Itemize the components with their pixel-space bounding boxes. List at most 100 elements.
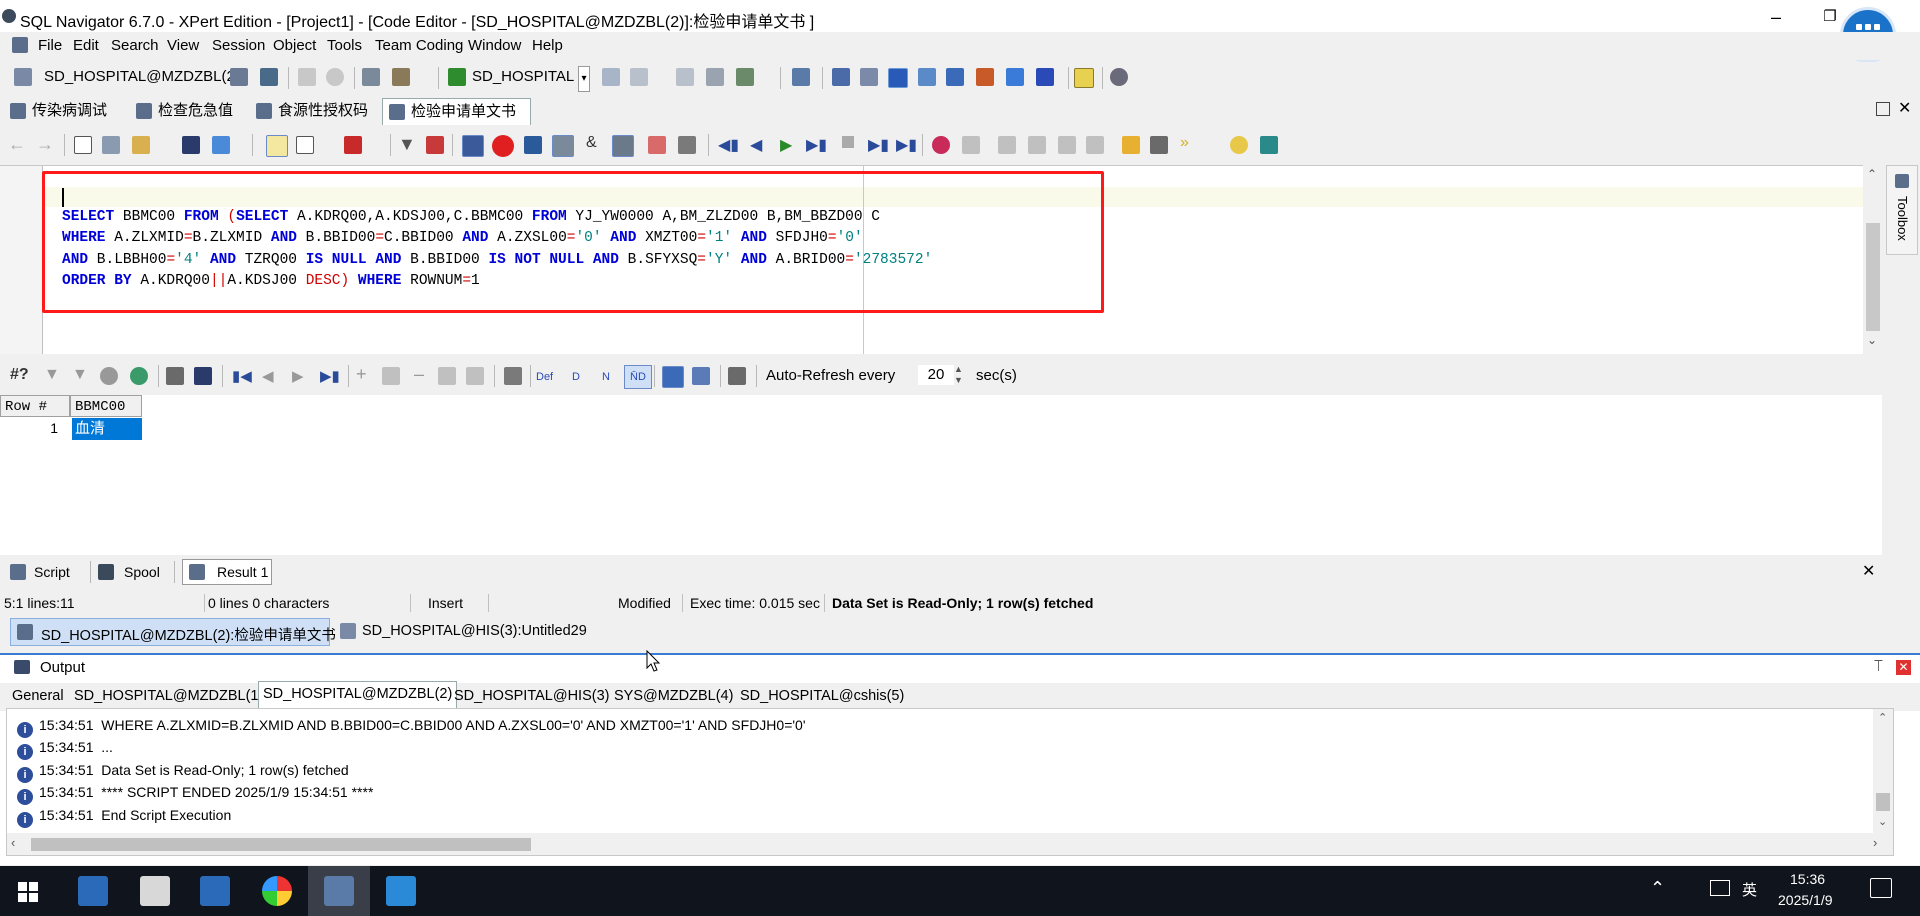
breakpoint-icon[interactable] (932, 136, 950, 154)
filter-icon[interactable]: ▼ (44, 366, 60, 384)
nd-button[interactable]: N̄D (624, 365, 652, 389)
menu-file[interactable]: File (38, 37, 62, 54)
first-record-icon[interactable]: ▮◀ (232, 367, 252, 385)
auto-refresh-input[interactable]: 20 (918, 365, 954, 385)
grid-header-bbmc00[interactable]: BBMC00 (70, 395, 142, 417)
open-folder-icon[interactable] (132, 136, 150, 154)
tool-icon-4[interactable] (736, 68, 754, 86)
n-button[interactable]: N (602, 371, 610, 383)
minimize-icon[interactable]: – (1756, 4, 1796, 30)
taskbar-app-3-icon[interactable] (386, 876, 416, 906)
log-horizontal-scrollbar[interactable]: ‹ › (7, 833, 1893, 855)
menu-help[interactable]: Help (532, 37, 563, 54)
step-over-icon[interactable]: ▶▮ (806, 135, 827, 155)
pin-icon[interactable]: ⟙ (1874, 658, 1883, 675)
stop-icon[interactable] (326, 68, 344, 86)
network-icon[interactable] (1710, 880, 1730, 896)
tool-icon-19[interactable] (1086, 136, 1104, 154)
window-tab-mzdzbl[interactable]: SD_HOSPITAL@MZDZBL(2):检验申请单文书 (10, 618, 336, 646)
tool-icon-15[interactable] (962, 136, 980, 154)
chevron-down-icon[interactable]: ▾ (578, 66, 590, 92)
output-log[interactable]: i 15:34:51 WHERE A.ZLXMID=B.ZLXMID AND B.… (6, 708, 1894, 856)
menu-window[interactable]: Window (468, 37, 521, 54)
step-into-icon[interactable]: ▶▮ (868, 135, 889, 155)
tab-jiancha-weiji[interactable]: 检查危急值 (130, 98, 233, 124)
windows-start-icon[interactable] (18, 882, 38, 906)
tool-icon-13[interactable] (648, 136, 666, 154)
tool-icon-9[interactable] (918, 68, 936, 86)
text-format-icon[interactable] (266, 135, 288, 157)
ampersand-icon[interactable]: & (586, 134, 597, 152)
taskbar-sqlnavigator-icon[interactable] (324, 876, 354, 906)
tool-icon-17[interactable] (1028, 136, 1046, 154)
taskbar-java-icon[interactable] (140, 876, 170, 906)
step-back-icon[interactable]: ◀ (750, 135, 762, 155)
ime-indicator[interactable]: 英 (1742, 879, 1757, 900)
tab-spool[interactable]: Spool (124, 564, 160, 580)
grid-cell-selected[interactable]: 血清 (72, 418, 142, 440)
sql-icon[interactable] (946, 68, 964, 86)
split-view-icon[interactable] (296, 136, 314, 154)
tab-chuanranbing[interactable]: 传染病调试 (4, 98, 107, 124)
tray-chevron-up-icon[interactable]: ⌃ (1650, 878, 1665, 899)
double-arrow-icon[interactable]: » (1180, 134, 1189, 152)
scroll-down-icon[interactable]: ⌄ (1878, 815, 1887, 828)
menu-tools[interactable]: Tools (327, 37, 362, 54)
result-grid[interactable]: Row # BBMC00 1 血清 (0, 395, 1882, 555)
last-step-icon[interactable]: ▶▮ (896, 135, 917, 155)
query-count-button[interactable]: #? (10, 366, 29, 384)
save-results-icon[interactable] (194, 367, 212, 385)
tool-icon-12[interactable] (1036, 68, 1054, 86)
taskbar-app-2-icon[interactable] (200, 876, 230, 906)
refresh-icon[interactable] (130, 367, 148, 385)
new-file-icon[interactable] (74, 136, 92, 154)
grid-header-row-number[interactable]: Row # (0, 395, 70, 417)
stop-debug-icon[interactable] (842, 136, 854, 148)
connection-icon[interactable] (14, 68, 32, 86)
cancel-edit-icon[interactable] (466, 367, 484, 385)
clear-filter-icon[interactable]: ▼ (72, 366, 88, 384)
print-icon[interactable] (166, 367, 184, 385)
doc-menu-icon[interactable] (12, 37, 28, 53)
menu-view[interactable]: View (167, 37, 199, 54)
post-edit-icon[interactable] (438, 367, 456, 385)
tool-icon-2[interactable] (630, 68, 648, 86)
bookmark-icon[interactable] (344, 136, 362, 154)
tool-icon-11[interactable] (1006, 68, 1024, 86)
tool-icon-16[interactable] (998, 136, 1016, 154)
schema-selector[interactable]: SD_HOSPITAL (472, 68, 574, 85)
tool-icon-3[interactable] (676, 68, 694, 86)
form-view-icon[interactable] (692, 367, 710, 385)
notification-icon[interactable] (1870, 878, 1892, 898)
format-code-icon[interactable] (552, 135, 574, 157)
scroll-thumb[interactable] (1876, 793, 1890, 811)
schema-icon[interactable] (448, 68, 466, 86)
clock-date[interactable]: 2025/1/9 (1778, 892, 1833, 908)
menu-session[interactable]: Session (212, 37, 265, 54)
tool-icon-18[interactable] (1058, 136, 1076, 154)
grid-tool-icon[interactable] (706, 68, 724, 86)
first-step-icon[interactable]: ◀▮ (718, 135, 739, 155)
scroll-left-icon[interactable]: ‹ (11, 835, 15, 850)
log-vertical-scrollbar[interactable]: ⌃ ⌄ (1873, 709, 1893, 833)
tool-icon-8[interactable] (888, 68, 908, 88)
refresh-session-icon[interactable] (230, 68, 248, 86)
tab-jianyan-shenqing[interactable]: 检验申请单文书 (382, 98, 532, 125)
tool-icon-6[interactable] (832, 68, 850, 86)
export-icon[interactable] (212, 136, 230, 154)
help-icon[interactable] (1074, 68, 1094, 88)
tool-icon-7[interactable] (860, 68, 878, 86)
run-icon[interactable]: ▶ (780, 135, 792, 155)
explain-plan-icon[interactable] (524, 136, 542, 154)
menu-edit[interactable]: Edit (73, 37, 99, 54)
globe-icon[interactable] (260, 68, 278, 86)
layout-icon[interactable] (728, 367, 746, 385)
toolbox-panel[interactable]: Toolbox (1886, 165, 1918, 255)
scroll-up-icon[interactable]: ⌃ (1867, 167, 1877, 181)
forward-arrow-icon[interactable]: → (36, 134, 54, 155)
connection-name[interactable]: SD_HOSPITAL@MZDZBL(2 (44, 68, 235, 85)
gear-icon[interactable] (1110, 68, 1128, 86)
window-tab-his[interactable]: SD_HOSPITAL@HIS(3):Untitled29 (336, 618, 587, 646)
grid-options-icon[interactable] (504, 367, 522, 385)
tool-icon-20[interactable] (1122, 136, 1140, 154)
